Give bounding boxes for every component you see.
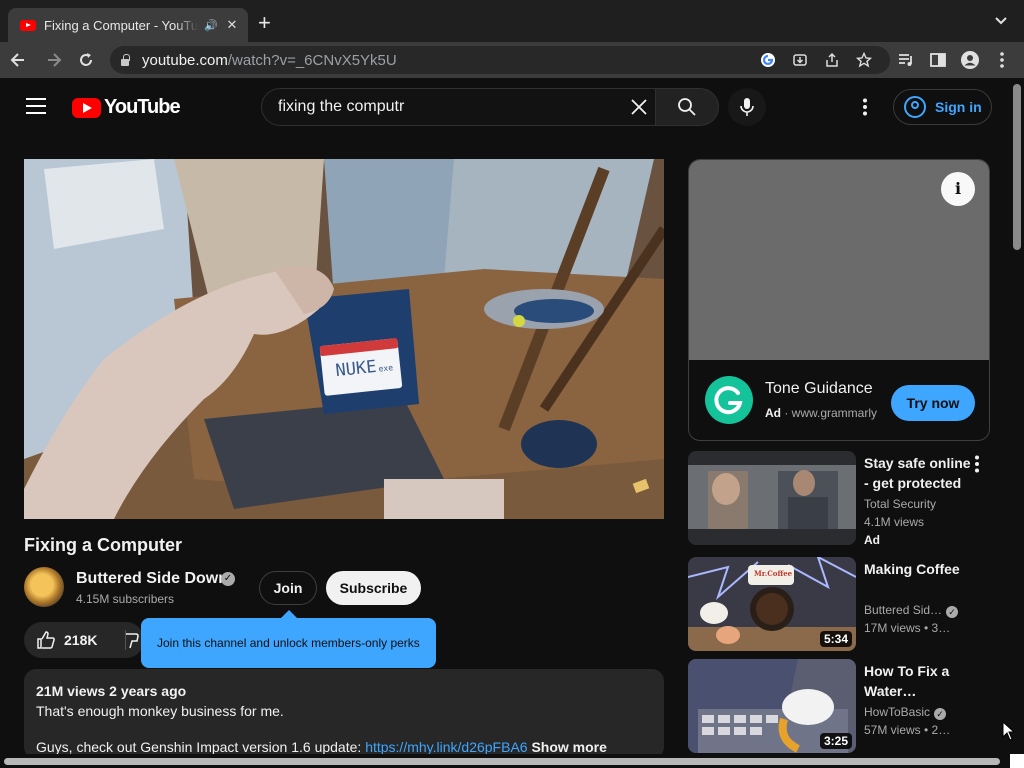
views-and-date: 21M views 2 years ago xyxy=(36,683,187,699)
recommendation-title[interactable]: Making Coffee xyxy=(864,559,976,579)
profile-icon[interactable] xyxy=(960,50,980,70)
channel-name[interactable]: Buttered Side Down xyxy=(76,570,228,588)
verified-icon: ✓ xyxy=(946,606,959,618)
reload-icon[interactable] xyxy=(76,50,96,70)
video-duration: 3:25 xyxy=(819,733,852,749)
grammarly-logo xyxy=(705,376,753,424)
verified-icon: ✓ xyxy=(934,708,947,720)
ad-sponsor-line: Ad · www.grammarly xyxy=(765,406,878,420)
microphone-icon xyxy=(740,98,754,116)
settings-menu-icon[interactable] xyxy=(862,98,868,116)
youtube-header: YouTube fixing the computr Sign in xyxy=(0,78,1010,136)
youtube-favicon-icon xyxy=(20,19,36,31)
subscribe-button[interactable]: Subscribe xyxy=(326,571,421,605)
account-icon xyxy=(904,96,926,118)
like-thumb-icon[interactable] xyxy=(36,630,56,650)
horizontal-scrollbar-thumb[interactable] xyxy=(4,758,1000,765)
show-more-button[interactable]: Show more xyxy=(531,739,606,755)
like-count[interactable]: 218K xyxy=(64,632,97,648)
join-tooltip: Join this channel and unlock members-onl… xyxy=(141,610,436,668)
subscriber-count: 4.15M subscribers xyxy=(76,592,175,606)
horizontal-scrollbar[interactable] xyxy=(0,754,1010,768)
tab-title: Fixing a Computer - YouTube xyxy=(44,17,199,33)
back-arrow-icon[interactable] xyxy=(8,50,28,70)
video-frame xyxy=(24,159,664,519)
sign-in-button[interactable]: Sign in xyxy=(893,89,992,125)
recommendation-views: 17M views • 3… xyxy=(864,621,951,635)
recommendation-thumbnail[interactable]: Mr.Coffee 5:34 xyxy=(688,557,856,651)
forward-arrow-icon[interactable] xyxy=(44,50,64,70)
search-button[interactable] xyxy=(655,88,719,126)
description-promo: Guys, check out Genshin Impact version 1… xyxy=(36,739,607,755)
browser-toolbar: youtube.com/watch?v=_6CNvX5Yk5U xyxy=(0,42,1024,78)
try-now-button[interactable]: Try now xyxy=(891,385,975,421)
ad-card[interactable]: i Tone Guidance Ad · www.grammarly Try n… xyxy=(688,159,990,441)
ad-badge: Ad xyxy=(864,533,880,547)
scrollbar-corner xyxy=(1010,754,1024,768)
browser-menu-icon[interactable] xyxy=(992,50,1012,70)
media-controls-icon[interactable] xyxy=(896,50,916,70)
address-bar[interactable]: youtube.com/watch?v=_6CNvX5Yk5U xyxy=(110,46,890,74)
recommendation-views: 57M views • 2… xyxy=(864,723,951,737)
recommendation-channel: Total Security xyxy=(864,497,937,511)
side-panel-icon[interactable] xyxy=(928,50,948,70)
recommendation-channel: HowToBasic ✓ xyxy=(864,705,947,720)
vertical-scrollbar[interactable] xyxy=(1010,78,1024,754)
recommendation-views: 4.1M views xyxy=(864,515,925,529)
install-app-icon[interactable] xyxy=(792,52,808,68)
share-icon[interactable] xyxy=(824,52,840,68)
description-link[interactable]: https://mhy.link/d26pFBA6 xyxy=(365,739,527,755)
chevron-down-icon[interactable] xyxy=(994,14,1008,28)
hamburger-menu-icon[interactable] xyxy=(26,98,46,114)
disk-label-text: NUKEexe xyxy=(334,356,394,382)
grammarly-g-icon xyxy=(714,386,743,415)
mouse-cursor-icon xyxy=(1002,721,1016,741)
search-input[interactable]: fixing the computr xyxy=(261,88,656,126)
more-actions-icon[interactable] xyxy=(974,455,980,473)
description-line: That's enough monkey business for me. xyxy=(36,703,284,719)
video-player[interactable] xyxy=(24,159,664,519)
youtube-play-logo-icon xyxy=(72,97,101,118)
search-input-value: fixing the computr xyxy=(278,98,405,115)
speaker-icon[interactable]: 🔊 xyxy=(204,19,218,32)
like-dislike-pill: 218K xyxy=(24,622,144,658)
recommendation-item[interactable]: 3:25 How To Fix a Water… HowToBasic ✓ 57M… xyxy=(688,659,998,755)
description-box[interactable]: 21M views 2 years ago That's enough monk… xyxy=(24,669,664,759)
channel-avatar[interactable] xyxy=(24,567,64,607)
recommendation-thumbnail[interactable] xyxy=(688,451,856,545)
recommendation-thumbnail[interactable]: 3:25 xyxy=(688,659,856,753)
recommendation-item[interactable]: Mr.Coffee 5:34 Making Coffee Buttered Si… xyxy=(688,557,998,653)
join-button[interactable]: Join xyxy=(259,571,317,605)
video-duration: 5:34 xyxy=(819,631,852,647)
youtube-logo[interactable]: YouTube xyxy=(72,96,181,119)
search-icon xyxy=(678,98,696,116)
recommendation-title[interactable]: Stay safe online - get protected xyxy=(864,453,976,493)
thumbnail-brand-text: Mr.Coffee xyxy=(754,569,793,578)
recommendation-title[interactable]: How To Fix a Water… xyxy=(864,661,976,701)
info-icon[interactable]: i xyxy=(941,172,975,206)
lock-icon[interactable] xyxy=(120,54,130,66)
url-host: youtube.com xyxy=(142,51,228,69)
vertical-scrollbar-thumb[interactable] xyxy=(1013,84,1021,250)
bookmark-star-icon[interactable] xyxy=(856,52,872,68)
voice-search-button[interactable] xyxy=(728,88,766,126)
close-tab-icon[interactable]: ✕ xyxy=(224,17,240,33)
sign-in-label: Sign in xyxy=(935,99,982,115)
url-path: /watch?v=_6CNvX5Yk5U xyxy=(227,51,397,69)
browser-tab[interactable]: Fixing a Computer - YouTube 🔊 ✕ xyxy=(8,8,248,42)
verified-icon: ✓ xyxy=(221,572,235,586)
video-title: Fixing a Computer xyxy=(24,535,183,555)
recommendation-channel: Buttered Sid… ✓ xyxy=(864,603,959,618)
new-tab-button[interactable]: + xyxy=(258,12,271,34)
google-lens-icon[interactable] xyxy=(760,52,776,68)
recommendation-item[interactable]: Stay safe online - get protected Total S… xyxy=(688,451,998,547)
clear-search-icon[interactable] xyxy=(629,97,649,117)
browser-tab-strip: Fixing a Computer - YouTube 🔊 ✕ + xyxy=(0,0,1024,42)
logo-text: YouTube xyxy=(104,96,181,118)
ad-title[interactable]: Tone Guidance xyxy=(765,380,873,398)
